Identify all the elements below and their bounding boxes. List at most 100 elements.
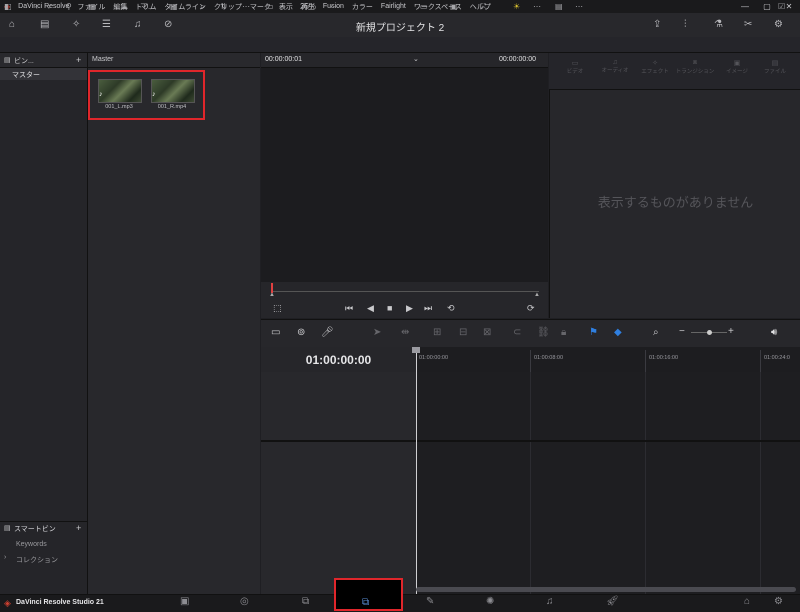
edit-page-icon-alt[interactable]: ⧉	[302, 597, 309, 607]
bin-list-panel	[0, 53, 88, 594]
zoom-in-icon[interactable]: +	[728, 326, 734, 337]
flag-icon[interactable]: ⚑	[589, 327, 598, 338]
fairlight-page-icon[interactable]: ♫	[546, 597, 554, 607]
color-page-icon[interactable]: ✺	[486, 597, 494, 607]
timeline-playhead[interactable]	[416, 353, 417, 594]
share-icon[interactable]: ⇪	[653, 20, 661, 30]
marker-icon[interactable]: ◆	[614, 327, 622, 338]
bin-item-master[interactable]: マスター	[0, 68, 87, 80]
add-smart-bin-button[interactable]: +	[76, 523, 81, 533]
scrub-bar[interactable]	[271, 291, 539, 292]
settings-icon[interactable]: ⚙	[774, 597, 783, 607]
import-icon[interactable]: ▦	[88, 2, 96, 12]
selection-tool-icon[interactable]: ➤	[373, 327, 381, 338]
viewer-mode-select-icon[interactable]: ⬚	[273, 303, 282, 314]
play-reverse-icon[interactable]: ◀	[367, 303, 374, 314]
fusion-page-icon[interactable]: ✎	[426, 597, 434, 607]
inspector-panel-icon[interactable]: ▤	[555, 2, 563, 12]
match-frame-icon[interactable]: ⟳	[527, 303, 535, 314]
tab-image[interactable]: ▣ イメージ	[719, 59, 755, 75]
media-pool	[88, 53, 260, 594]
back-icon[interactable]: ‹	[35, 2, 38, 12]
tab-video[interactable]: ▭ ビデオ	[557, 59, 593, 75]
timeline-view-options-icon[interactable]: ▭	[271, 327, 280, 338]
inspector-toggle-icon[interactable]: ☑	[778, 2, 785, 12]
dual-view-icon[interactable]: ⊚	[297, 327, 305, 338]
replace-icon[interactable]: ⊠	[483, 327, 491, 338]
cut-page-icon[interactable]: ◎	[240, 597, 249, 607]
loop-icon[interactable]: ⟲	[447, 303, 455, 314]
microphone-icon[interactable]: 🎤︎	[321, 327, 334, 338]
more-icon[interactable]: ⋯	[242, 2, 250, 12]
grid-line	[760, 372, 761, 594]
tab-audio[interactable]: ♫ オーディオ	[597, 59, 633, 74]
chevron-right-icon[interactable]: ›	[4, 554, 6, 561]
menu-color[interactable]: カラー	[348, 2, 377, 12]
viewer-more-icon[interactable]: ⋯	[533, 2, 541, 12]
cloud-icon[interactable]: ☁	[120, 2, 128, 12]
smart-bin-keywords[interactable]: Keywords	[16, 541, 47, 548]
viewer-canvas[interactable]	[261, 68, 548, 282]
minimize-button[interactable]: —	[734, 0, 756, 13]
forward-icon[interactable]: ›	[48, 2, 51, 12]
viewer-mode-icon[interactable]: ▭	[266, 2, 274, 12]
tab-effects[interactable]: ✧ エフェクト	[637, 59, 673, 75]
clip-view-icon[interactable]: ▭	[420, 2, 428, 12]
lock-icon[interactable]: 🔒︎	[561, 327, 566, 338]
viewer-options-icon[interactable]: ⋯	[330, 2, 338, 12]
home-icon[interactable]: ⌂	[744, 597, 750, 607]
zoom-icon[interactable]: ⌕	[653, 327, 659, 338]
go-to-start-icon[interactable]: ⏮	[345, 303, 353, 314]
zoom-level[interactable]: 25%	[300, 2, 316, 12]
search-icon[interactable]: ⌕	[200, 2, 204, 12]
tab-file[interactable]: ▤ ファイル	[757, 59, 793, 75]
trim-tool-icon[interactable]: ⇹	[401, 327, 409, 338]
ruler-mark: 01:00:08:00	[534, 355, 564, 361]
transition-icon: ⧈	[692, 59, 698, 66]
zoom-slider-handle[interactable]	[707, 330, 712, 335]
add-bin-button[interactable]: +	[76, 55, 81, 65]
grid-view-icon[interactable]: ▦	[170, 2, 178, 12]
out-point-icon[interactable]: ▲	[534, 292, 540, 298]
settings-icon[interactable]: ⚙	[774, 20, 783, 30]
filter-icon[interactable]: ⚲	[66, 2, 72, 12]
viewer-dropdown-icon[interactable]: ⌄	[413, 55, 419, 63]
link-clips-icon[interactable]: ⛓	[537, 327, 550, 338]
timeline-ruler[interactable]: 01:00:00:00 01:00:08:00 01:00:16:00 01:0…	[416, 347, 800, 372]
ruler-tick	[760, 350, 761, 372]
menu-view[interactable]: 表示	[275, 2, 297, 12]
zoom-out-icon[interactable]: −	[679, 326, 685, 337]
effects-icon[interactable]: ☀	[513, 2, 520, 12]
tab-transition[interactable]: ⧈ トランジション	[675, 59, 715, 75]
play-icon[interactable]: ▶	[406, 303, 413, 314]
ruler-mark: 01:00:24:0	[764, 355, 790, 361]
deliver-page-icon[interactable]: 🚀︎	[606, 597, 619, 607]
insert-icon[interactable]: ⊞	[433, 327, 441, 338]
sort-menu[interactable]: マ...	[140, 2, 155, 12]
inspector-more-icon[interactable]: ⋯	[575, 2, 583, 12]
timeline-tracks[interactable]	[416, 372, 800, 594]
timeline-header: 01:00:00:00	[261, 347, 416, 372]
in-point-icon[interactable]: ▲	[269, 292, 275, 298]
panel-toggle-icon[interactable]: ◧	[4, 2, 12, 12]
sort-icon[interactable]: ⇅	[220, 2, 227, 12]
ruler-mark: 01:00:00:00	[419, 355, 449, 361]
transform-icon[interactable]: ⤧	[480, 2, 486, 12]
go-to-end-icon[interactable]: ⏭	[424, 303, 432, 314]
menu-clip[interactable]: クリップ	[210, 2, 246, 12]
timeline-view-icon[interactable]: ▣	[450, 2, 458, 12]
media-page-icon[interactable]: ▣	[180, 597, 189, 607]
inspector-icon[interactable]: ✂	[744, 20, 752, 30]
menu-app[interactable]: DaVinci Resolve	[14, 3, 73, 10]
volume-icon[interactable]: 🔊︎	[771, 327, 777, 338]
metadata-icon[interactable]: ⚗	[714, 20, 723, 30]
maximize-button[interactable]: ▢	[756, 0, 778, 13]
stop-icon[interactable]: ■	[387, 303, 392, 313]
timeline-scrollbar[interactable]	[416, 587, 796, 592]
video-audio-divider[interactable]	[261, 440, 800, 442]
snapping-icon[interactable]: ⊂	[513, 327, 521, 338]
overwrite-icon[interactable]: ⊟	[459, 327, 467, 338]
smart-bin-collections[interactable]: コレクション	[16, 555, 58, 565]
mixer-icon[interactable]: ⫶	[684, 20, 687, 30]
menu-fairlight[interactable]: Fairlight	[377, 3, 410, 10]
